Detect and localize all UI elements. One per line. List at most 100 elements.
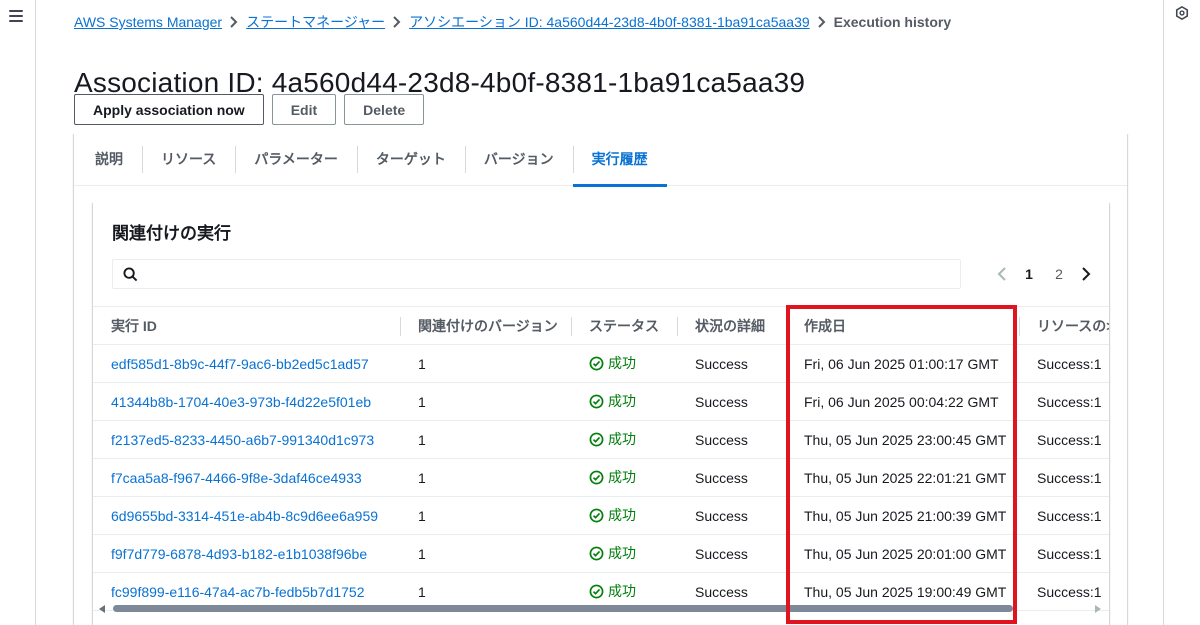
horizontal-scrollbar[interactable] (93, 603, 1109, 615)
table-header-row: 実行 ID 関連付けのバージョン ステータス 状況の詳細 作成日 リソースの> (93, 306, 1109, 345)
tab-versions[interactable]: バージョン (464, 133, 573, 186)
resources-cell: Success:1 (1019, 420, 1109, 459)
main-content: AWS Systems Manager ステートマネージャー アソシエーション … (36, 0, 1163, 625)
search-icon (123, 267, 138, 282)
status-text: 成功 (608, 507, 636, 524)
version-cell: 1 (400, 496, 571, 535)
breadcrumb-association[interactable]: アソシエーション ID: 4a560d44-23d8-4b0f-8381-1ba… (409, 12, 810, 32)
execution-id-link[interactable]: f9f7d779-6878-4d93-b182-e1b1038f96be (111, 546, 367, 562)
status-text: 成功 (608, 583, 636, 600)
chevron-right-icon (222, 16, 246, 28)
action-bar: Apply association now Edit Delete (74, 94, 425, 125)
success-check-icon (589, 432, 604, 447)
tab-targets[interactable]: ターゲット (356, 133, 465, 186)
status-badge: 成功 (589, 543, 636, 563)
status-text: 成功 (608, 469, 636, 486)
breadcrumb-state-manager[interactable]: ステートマネージャー (246, 12, 385, 32)
status-badge: 成功 (589, 505, 636, 525)
execution-id-link[interactable]: fc99f899-e116-47a4-ac7b-fedb5b7d1752 (111, 584, 365, 600)
created-cell: Fri, 06 Jun 2025 01:00:17 GMT (786, 344, 1019, 383)
info-icon[interactable] (1175, 6, 1189, 20)
column-execution-id[interactable]: 実行 ID (93, 306, 400, 345)
execution-id-link[interactable]: 6d9655bd-3314-451e-ab4b-8c9d6ee6a959 (111, 508, 378, 524)
status-badge: 成功 (589, 353, 636, 373)
page-2[interactable]: 2 (1044, 266, 1074, 282)
table-row: f9f7d779-6878-4d93-b182-e1b1038f96be 1 成… (93, 534, 1109, 573)
tab-bar: 説明 リソース パラメーター ターゲット バージョン 実行履歴 (74, 133, 1127, 187)
executions-table: 実行 ID 関連付けのバージョン ステータス 状況の詳細 作成日 リソースの> … (93, 306, 1109, 611)
version-cell: 1 (400, 344, 571, 383)
scroll-right-arrow[interactable] (1095, 605, 1101, 613)
table-row: f7caa5a8-f967-4466-9f8e-3daf46ce4933 1 成… (93, 458, 1109, 497)
success-check-icon (589, 394, 604, 409)
success-check-icon (589, 470, 604, 485)
created-cell: Thu, 05 Jun 2025 22:01:21 GMT (786, 458, 1019, 497)
execution-id-link[interactable]: 41344b8b-1704-40e3-973b-f4d22e5f01eb (111, 394, 371, 410)
created-cell: Thu, 05 Jun 2025 20:01:00 GMT (786, 534, 1019, 573)
detail-cell: Success (677, 382, 786, 421)
table-row: f2137ed5-8233-4450-a6b7-991340d1c973 1 成… (93, 420, 1109, 459)
status-text: 成功 (608, 431, 636, 448)
page-1[interactable]: 1 (1014, 266, 1044, 282)
left-navigation-rail (0, 0, 36, 625)
tab-parameters[interactable]: パラメーター (235, 133, 357, 186)
breadcrumb: AWS Systems Manager ステートマネージャー アソシエーション … (74, 12, 951, 32)
status-badge: 成功 (589, 391, 636, 411)
status-text: 成功 (608, 355, 636, 372)
executions-title: 関連付けの実行 (112, 224, 231, 243)
search-box (112, 259, 961, 289)
search-input[interactable] (145, 260, 945, 288)
breadcrumb-current: Execution history (833, 14, 952, 30)
delete-button[interactable]: Delete (344, 94, 425, 125)
version-cell: 1 (400, 534, 571, 573)
status-text: 成功 (608, 545, 636, 562)
chevron-right-icon[interactable] (1074, 262, 1098, 286)
detail-cell: Success (677, 534, 786, 573)
pagination: 1 2 (990, 262, 1098, 286)
scrollbar-thumb[interactable] (113, 605, 1013, 612)
execution-id-link[interactable]: f2137ed5-8233-4450-a6b7-991340d1c973 (111, 432, 374, 448)
table-row: edf585d1-8b9c-44f7-9ac6-bb2ed5c1ad57 1 成… (93, 344, 1109, 383)
column-created[interactable]: 作成日 (786, 306, 1019, 345)
chevron-left-icon[interactable] (990, 262, 1014, 286)
status-badge: 成功 (589, 467, 636, 487)
status-badge: 成功 (589, 429, 636, 449)
table-row: 6d9655bd-3314-451e-ab4b-8c9d6ee6a959 1 成… (93, 496, 1109, 535)
executions-panel: 関連付けの実行 1 2 実行 ID 関連付けのバージョン ステータス 状況の詳細… (93, 202, 1109, 625)
execution-id-link[interactable]: f7caa5a8-f967-4466-9f8e-3daf46ce4933 (111, 470, 362, 486)
status-text: 成功 (608, 393, 636, 410)
detail-cell: Success (677, 420, 786, 459)
column-status-detail[interactable]: 状況の詳細 (677, 306, 786, 345)
association-details-card: 説明 リソース パラメーター ターゲット バージョン 実行履歴 関連付けの実行 … (74, 133, 1127, 625)
breadcrumb-systems-manager[interactable]: AWS Systems Manager (74, 14, 222, 30)
detail-cell: Success (677, 344, 786, 383)
detail-cell: Success (677, 458, 786, 497)
edit-button[interactable]: Edit (271, 94, 337, 125)
version-cell: 1 (400, 458, 571, 497)
tab-execution-history[interactable]: 実行履歴 (572, 133, 667, 187)
resources-cell: Success:1 (1019, 344, 1109, 383)
version-cell: 1 (400, 382, 571, 421)
column-status[interactable]: ステータス (571, 306, 677, 345)
resources-cell: Success:1 (1019, 458, 1109, 497)
status-badge: 成功 (589, 581, 636, 601)
right-tools-rail (1163, 0, 1200, 625)
scroll-left-arrow[interactable] (99, 605, 105, 613)
resources-cell: Success:1 (1019, 382, 1109, 421)
column-association-version[interactable]: 関連付けのバージョン (400, 306, 571, 345)
created-cell: Fri, 06 Jun 2025 00:04:22 GMT (786, 382, 1019, 421)
detail-cell: Success (677, 496, 786, 535)
created-cell: Thu, 05 Jun 2025 21:00:39 GMT (786, 496, 1019, 535)
chevron-right-icon (385, 16, 409, 28)
success-check-icon (589, 546, 604, 561)
chevron-right-icon (810, 16, 834, 28)
column-resources[interactable]: リソースの> (1019, 306, 1109, 345)
tab-description[interactable]: 説明 (76, 133, 142, 186)
tab-resources[interactable]: リソース (142, 133, 235, 186)
created-cell: Thu, 05 Jun 2025 23:00:45 GMT (786, 420, 1019, 459)
table-row: 41344b8b-1704-40e3-973b-f4d22e5f01eb 1 成… (93, 382, 1109, 421)
success-check-icon (589, 356, 604, 371)
menu-icon[interactable] (9, 10, 23, 22)
execution-id-link[interactable]: edf585d1-8b9c-44f7-9ac6-bb2ed5c1ad57 (111, 356, 369, 372)
apply-association-button[interactable]: Apply association now (74, 94, 264, 125)
